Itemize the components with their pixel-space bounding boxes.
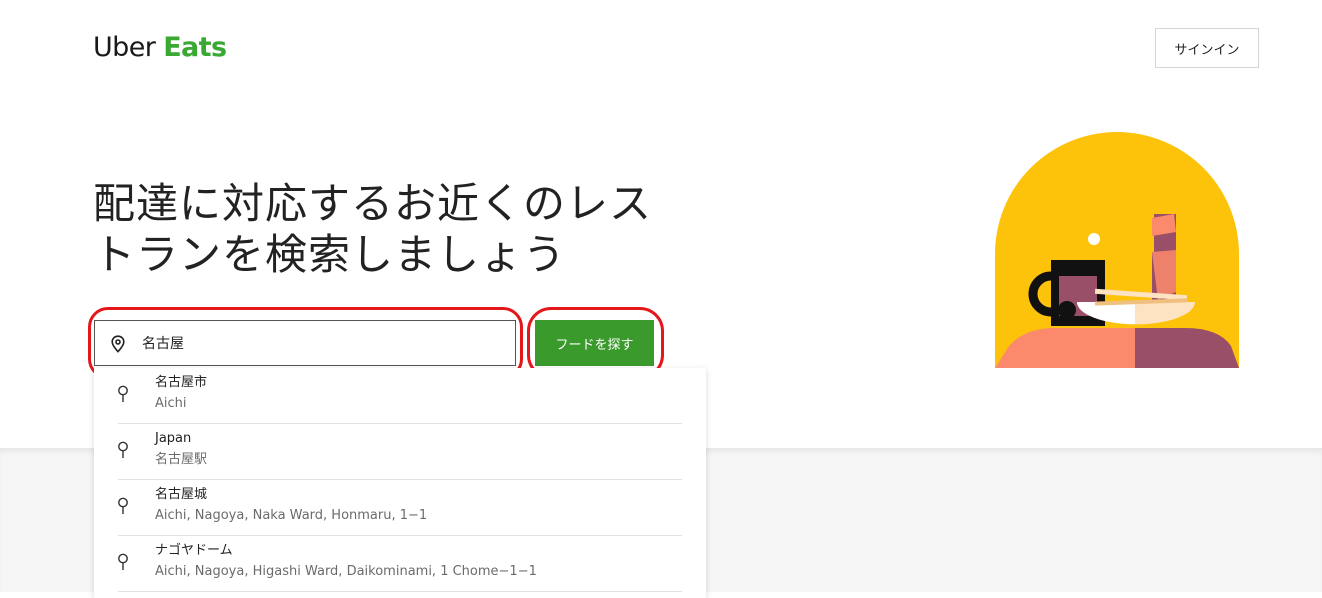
logo-uber-text: Uber — [93, 32, 156, 63]
suggestion-pin-icon — [118, 497, 128, 514]
suggestion-pin-icon — [118, 553, 128, 570]
suggestion-pin-icon — [118, 441, 128, 458]
suggestion-primary: Japan — [155, 431, 192, 446]
location-pin-icon — [111, 335, 125, 353]
suggestion-item[interactable]: 名古屋市 Aichi — [94, 368, 706, 424]
coffee-and-food-illustration-icon — [995, 132, 1239, 368]
suggestion-primary: 名古屋市 — [155, 375, 208, 390]
headline-line-2: トランを検索しましょう — [93, 230, 567, 279]
suggestion-secondary: Aichi, Nagoya, Naka Ward, Honmaru, 1−1 — [155, 508, 428, 523]
logo-eats-text: Eats — [163, 32, 227, 63]
find-food-button[interactable]: フードを探す — [535, 320, 654, 366]
suggestion-item[interactable]: 名古屋城 Aichi, Nagoya, Naka Ward, Honmaru, … — [94, 480, 706, 536]
suggestion-item[interactable]: Japan 名古屋駅 — [94, 424, 706, 480]
suggestion-secondary: Aichi, Nagoya, Higashi Ward, Daikominami… — [155, 564, 537, 579]
suggestion-pin-icon — [118, 385, 128, 402]
suggestion-primary: 名古屋城 — [155, 487, 208, 502]
page-headline: 配達に対応するお近くのレス トランを検索しましょう — [93, 178, 693, 280]
suggestion-secondary: Aichi — [155, 396, 187, 411]
address-search-input[interactable]: 名古屋 — [94, 320, 516, 366]
suggestion-item[interactable]: ナゴヤドーム Aichi, Nagoya, Higashi Ward, Daik… — [94, 536, 706, 592]
headline-line-1: 配達に対応するお近くのレス — [93, 179, 653, 228]
suggestion-secondary: 名古屋駅 — [155, 452, 208, 467]
search-input-value[interactable]: 名古屋 — [142, 334, 184, 354]
suggestion-dropdown: 名古屋市 Aichi Japan 名古屋駅 名古屋城 Aichi, Nagoya… — [94, 368, 706, 598]
suggestion-primary: ナゴヤドーム — [155, 543, 233, 558]
signin-button[interactable]: サインイン — [1155, 28, 1259, 68]
uber-eats-logo[interactable]: Uber Eats — [93, 32, 227, 64]
